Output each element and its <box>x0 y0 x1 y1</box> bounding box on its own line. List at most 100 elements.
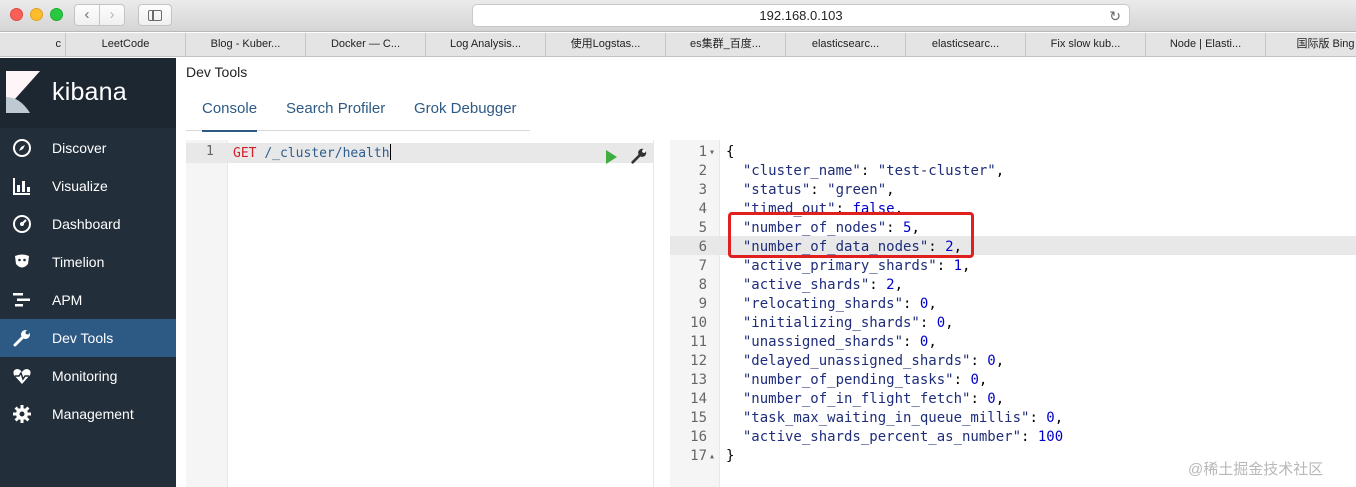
json-key: "number_of_pending_tasks" <box>742 372 954 388</box>
dashboard-icon <box>13 215 31 233</box>
sidebar-item-label: Monitoring <box>52 368 118 384</box>
sidebar-item-discover[interactable]: Discover <box>0 129 176 167</box>
sidebar-item-dashboard[interactable]: Dashboard <box>0 205 176 243</box>
response-code: "relocating_shards": 0, <box>742 296 937 312</box>
sidebar-item-label: Visualize <box>52 178 108 194</box>
json-key: "cluster_name" <box>742 163 861 179</box>
maximize-window-button[interactable] <box>50 8 63 21</box>
json-key: "relocating_shards" <box>742 296 904 312</box>
json-value: 0 <box>987 353 996 369</box>
kibana-logo-text: kibana <box>52 78 127 106</box>
line-number: 5 <box>698 220 707 236</box>
dev-tools-tabs: Console Search Profiler Grok Debugger <box>186 88 530 132</box>
sidebar-item-dev-tools[interactable]: Dev Tools <box>0 319 176 357</box>
wrench-icon <box>13 330 30 347</box>
bookmark-item[interactable]: 国际版 Bing <box>1266 33 1356 56</box>
sidebar-item-timelion[interactable]: Timelion <box>0 243 176 281</box>
kibana-logo[interactable]: kibana <box>0 58 176 128</box>
line-number: 1 <box>698 144 707 160</box>
tab-grok-debugger[interactable]: Grok Debugger <box>414 100 517 117</box>
sidebar-item-label: APM <box>52 292 83 308</box>
forward-button[interactable]: › <box>99 4 125 26</box>
tab-search-profiler[interactable]: Search Profiler <box>286 100 385 117</box>
response-code: "initializing_shards": 0, <box>742 315 954 331</box>
response-code: { <box>726 144 735 160</box>
response-code: "status": "green", <box>742 182 895 198</box>
bookmark-item[interactable]: elasticsearc... <box>786 33 906 56</box>
json-key: "active_primary_shards" <box>742 258 937 274</box>
bookmark-item[interactable]: c <box>0 33 66 56</box>
json-key: "initializing_shards" <box>742 315 920 331</box>
json-key: "task_max_waiting_in_queue_millis" <box>742 410 1030 426</box>
request-gutter <box>186 140 228 487</box>
bookmark-item[interactable]: Log Analysis... <box>426 33 546 56</box>
line-number: 16 <box>690 429 707 445</box>
json-key: "active_shards_percent_as_number" <box>742 429 1022 445</box>
line-number: 2 <box>698 163 707 179</box>
gear-icon <box>13 405 31 423</box>
kibana-sidebar: kibana Discover Visualize Dashboard Time… <box>0 58 176 487</box>
heartbeat-icon <box>13 369 31 384</box>
kibana-logo-icon <box>6 71 40 113</box>
tab-console[interactable]: Console <box>202 100 258 132</box>
sidebar-item-label: Management <box>52 406 134 422</box>
request-line[interactable]: GET /_cluster/health <box>233 144 391 161</box>
reload-icon[interactable]: ↻ <box>1109 5 1121 27</box>
fold-toggle-icon[interactable]: ▾ <box>709 143 715 162</box>
json-value: 0 <box>919 334 929 350</box>
response-code: "delayed_unassigned_shards": 0, <box>742 353 1005 369</box>
line-number: 12 <box>690 353 707 369</box>
apm-icon <box>13 293 30 307</box>
sidebar-item-apm[interactable]: APM <box>0 281 176 319</box>
url-text: 192.168.0.103 <box>759 8 843 23</box>
response-code: "number_of_in_flight_fetch": 0, <box>742 391 1005 407</box>
json-value: "test-cluster" <box>877 163 996 179</box>
json-value: 0 <box>1046 410 1055 426</box>
request-editor[interactable]: 1 GET /_cluster/health <box>186 140 654 487</box>
sidebar-item-visualize[interactable]: Visualize <box>0 167 176 205</box>
json-key: "status" <box>742 182 811 198</box>
back-button[interactable]: ‹ <box>74 4 100 26</box>
text-cursor <box>389 144 391 160</box>
bookmark-item[interactable]: Node | Elasti... <box>1146 33 1266 56</box>
response-code: "active_shards": 2, <box>742 277 904 293</box>
line-number: 10 <box>690 315 707 331</box>
line-number: 15 <box>690 410 707 426</box>
sidebar-item-management[interactable]: Management <box>0 395 176 433</box>
sidebar-icon <box>148 10 162 21</box>
json-value: 0 <box>987 391 996 407</box>
bookmark-item[interactable]: LeetCode <box>66 33 186 56</box>
minimize-window-button[interactable] <box>30 8 43 21</box>
response-code: "number_of_pending_tasks": 0, <box>742 372 988 388</box>
json-value: 1 <box>953 258 963 274</box>
sidebar-item-label: Timelion <box>52 254 105 270</box>
line-number: 11 <box>690 334 707 350</box>
wrench-icon[interactable] <box>630 147 648 165</box>
bookmark-item[interactable]: Fix slow kub... <box>1026 33 1146 56</box>
show-sidebar-button[interactable] <box>138 4 172 26</box>
response-viewer[interactable]: 1 ▾{2 "cluster_name": "test-cluster", 3 "s… <box>670 140 1356 487</box>
bookmark-item[interactable]: es集群_百度... <box>666 33 786 56</box>
run-request-icon[interactable] <box>606 150 617 164</box>
sidebar-item-monitoring[interactable]: Monitoring <box>0 357 176 395</box>
address-bar[interactable]: 192.168.0.103 ↻ <box>472 4 1130 27</box>
line-number: 9 <box>698 296 707 312</box>
bookmarks-bar: c LeetCode Blog - Kuber... Docker — C...… <box>0 33 1356 57</box>
json-value: 100 <box>1037 429 1064 445</box>
bookmark-item[interactable]: Docker — C... <box>306 33 426 56</box>
line-number: 14 <box>690 391 707 407</box>
line-number: 3 <box>698 182 707 198</box>
fold-toggle-icon[interactable]: ▴ <box>709 447 715 466</box>
json-key: "number_of_in_flight_fetch" <box>742 391 971 407</box>
response-code: "unassigned_shards": 0, <box>742 334 937 350</box>
compass-icon <box>13 139 31 157</box>
line-number: 4 <box>698 201 707 217</box>
close-window-button[interactable] <box>10 8 23 21</box>
bar-chart-icon <box>13 178 30 195</box>
bookmark-item[interactable]: 使用Logstas... <box>546 33 666 56</box>
chevron-left-icon: ‹ <box>84 6 90 23</box>
response-code: "active_primary_shards": 1, <box>742 258 971 274</box>
bookmark-item[interactable]: Blog - Kuber... <box>186 33 306 56</box>
sidebar-item-label: Discover <box>52 140 107 156</box>
bookmark-item[interactable]: elasticsearc... <box>906 33 1026 56</box>
